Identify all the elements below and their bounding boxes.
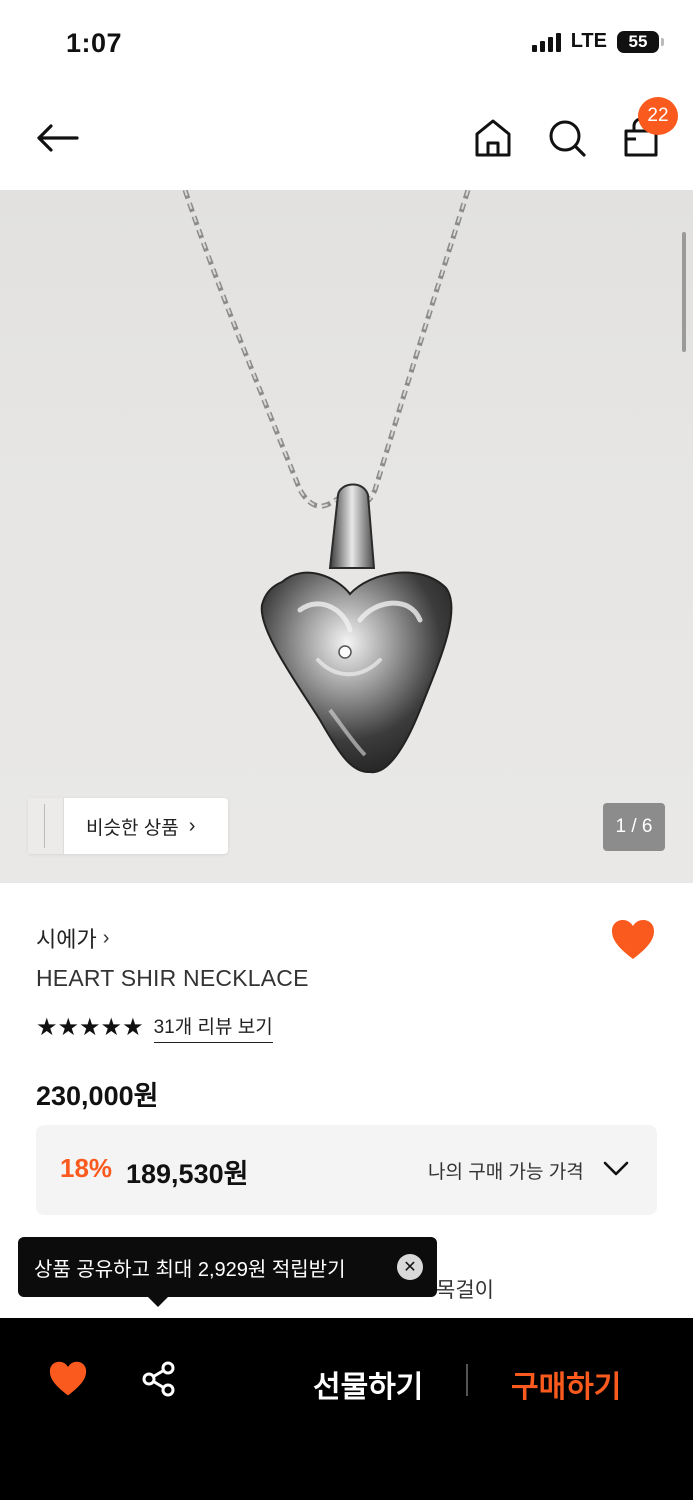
- my-price-label: 나의 구매 가능 가격: [428, 1162, 584, 1183]
- similar-products-button[interactable]: 비슷한 상품 ›: [28, 798, 228, 854]
- original-price: 230,000원: [36, 1081, 159, 1111]
- rating-stars: ★★★★★: [36, 1013, 144, 1041]
- heart-icon: [49, 1361, 87, 1396]
- chevron-right-icon: ›: [188, 814, 196, 837]
- product-image-gallery[interactable]: [0, 190, 693, 883]
- status-indicators: LTE 55: [531, 30, 664, 53]
- share-icon: [142, 1361, 175, 1397]
- brand-name: 시에가: [36, 927, 97, 952]
- chevron-right-icon: ›: [102, 926, 110, 949]
- scroll-indicator: [682, 232, 686, 352]
- cart-count-badge: 22: [638, 97, 678, 135]
- bottom-like-button[interactable]: [48, 1360, 88, 1398]
- star-icon: ★★★★★: [36, 1013, 144, 1041]
- top-nav: [0, 95, 693, 185]
- signal-icon: [531, 32, 561, 52]
- home-icon: [475, 119, 511, 157]
- product-name: HEART SHIR NECKLACE: [36, 965, 309, 991]
- bottom-action-bar: 선물하기 구매하기: [0, 1318, 693, 1500]
- brand-link[interactable]: 시에가 ›: [36, 922, 109, 954]
- share-button[interactable]: [140, 1360, 178, 1398]
- gift-button[interactable]: 선물하기: [313, 1362, 423, 1406]
- search-icon: [549, 120, 586, 157]
- product-photo: [182, 190, 471, 774]
- rating-row: ★★★★★ 31개 리뷰 보기: [36, 1012, 273, 1043]
- back-button[interactable]: [34, 115, 80, 161]
- status-bar: 1:07 LTE 55: [0, 0, 693, 90]
- close-icon[interactable]: ✕: [397, 1254, 423, 1280]
- image-counter: 1 / 6: [603, 803, 665, 851]
- similar-product-thumbnail: [28, 798, 64, 854]
- sale-price: 189,530원: [126, 1159, 249, 1189]
- status-time: 1:07: [66, 28, 123, 58]
- network-label: LTE: [570, 30, 607, 52]
- buy-button[interactable]: 구매하기: [511, 1362, 621, 1406]
- arrow-left-icon: [37, 124, 79, 152]
- chevron-down-icon: [603, 1161, 629, 1176]
- like-button[interactable]: [610, 918, 656, 962]
- tooltip-text: 상품 공유하고 최대 2,929원 적립받기: [34, 1259, 346, 1281]
- share-reward-tooltip: 상품 공유하고 최대 2,929원 적립받기 ✕: [18, 1237, 437, 1307]
- similar-products-label: 비슷한 상품: [86, 817, 179, 839]
- divider: [466, 1364, 468, 1396]
- discount-percent: 18%: [60, 1153, 113, 1183]
- category-text: 목걸이: [436, 1279, 494, 1302]
- reviews-link[interactable]: 31개 리뷰 보기: [153, 1012, 273, 1043]
- search-button[interactable]: [546, 115, 588, 161]
- heart-icon: [612, 920, 654, 959]
- battery-icon: 55: [617, 30, 664, 53]
- my-price-box[interactable]: 18% 189,530원 나의 구매 가능 가격: [36, 1125, 657, 1215]
- tooltip-arrow: [148, 1297, 168, 1307]
- home-button[interactable]: [472, 115, 514, 161]
